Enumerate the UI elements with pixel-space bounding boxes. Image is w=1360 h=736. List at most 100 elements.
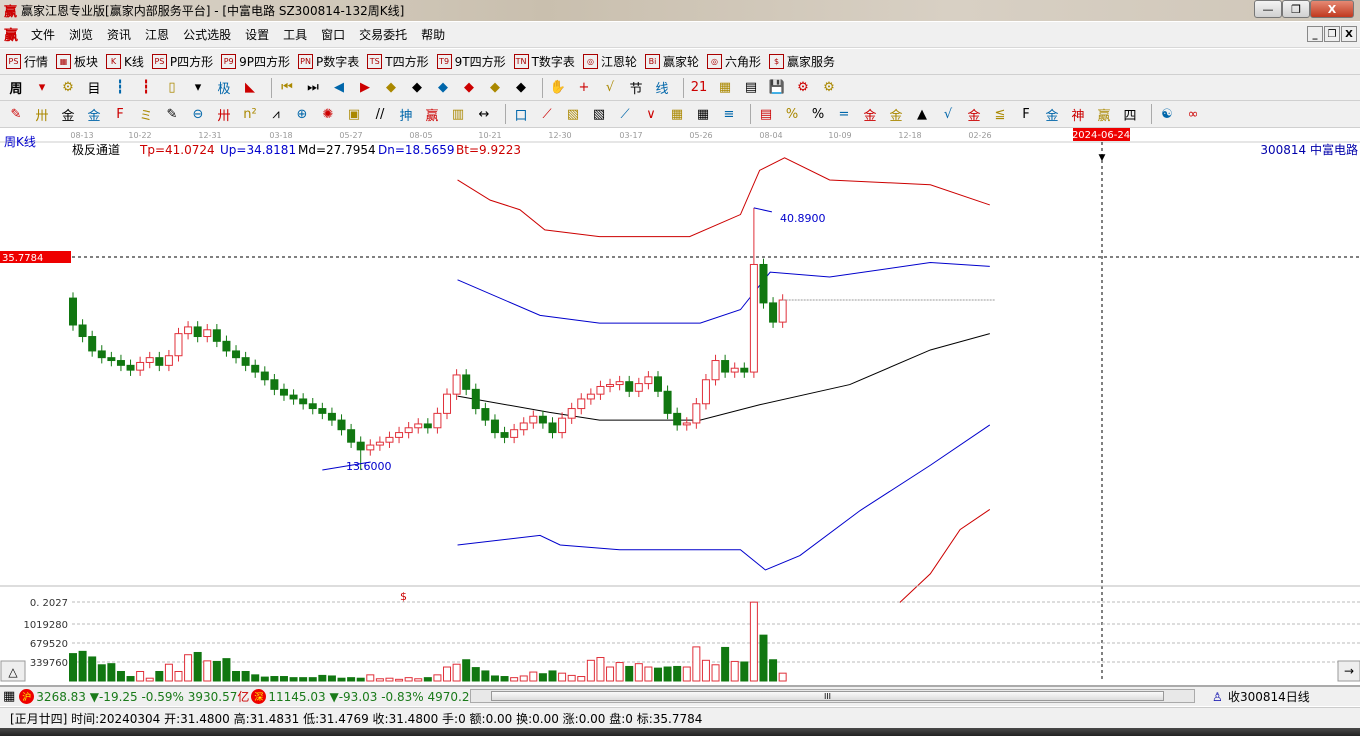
tool-icon[interactable]: % bbox=[782, 104, 802, 124]
tool-icon[interactable]: 四 bbox=[1120, 104, 1140, 124]
tool-icon[interactable]: ▦ bbox=[715, 78, 735, 98]
tool-icon[interactable]: ┇ bbox=[110, 78, 130, 98]
chart-area[interactable]: 08-13 10-22 12-31 03-18 05-27 08-05 10-21 12-30… bbox=[0, 128, 1360, 685]
menu-item-7[interactable]: 窗口 bbox=[314, 26, 352, 43]
toolbar-button-9[interactable]: ◎ 江恩轮 bbox=[582, 53, 637, 70]
tool-icon[interactable]: ☯ bbox=[1157, 104, 1177, 124]
menu-item-6[interactable]: 工具 bbox=[276, 26, 314, 43]
tool-icon[interactable]: ↔ bbox=[474, 104, 494, 124]
tool-icon[interactable]: ⩘ bbox=[266, 104, 286, 124]
toolbar-button-1[interactable]: ▦ 板块 bbox=[56, 53, 98, 70]
tool-icon[interactable]: ≡ bbox=[719, 104, 739, 124]
toolbar-button-7[interactable]: T9 9T四方形 bbox=[436, 53, 506, 70]
tool-icon[interactable]: ▥ bbox=[448, 104, 468, 124]
toolbar-button-11[interactable]: ◎ 六角形 bbox=[706, 53, 761, 70]
grid-icon[interactable]: ▦ bbox=[3, 689, 15, 704]
menu-item-1[interactable]: 浏览 bbox=[62, 26, 100, 43]
tool-icon[interactable]: 赢 bbox=[422, 104, 442, 124]
tool-icon[interactable]: ⏭ bbox=[303, 78, 323, 98]
toolbar-button-0[interactable]: PS 行情 bbox=[6, 53, 48, 70]
tool-icon[interactable]: 金 bbox=[964, 104, 984, 124]
tool-icon[interactable]: 神 bbox=[1068, 104, 1088, 124]
tool-icon[interactable]: ∞ bbox=[1183, 104, 1203, 124]
tool-icon[interactable]: ▯ bbox=[162, 78, 182, 98]
mdi-minimize-button[interactable]: _ bbox=[1307, 26, 1323, 42]
tool-icon[interactable]: 卅 bbox=[32, 104, 52, 124]
tool-icon[interactable]: ✎ bbox=[162, 104, 182, 124]
tool-icon[interactable]: ⊖ bbox=[188, 104, 208, 124]
tool-icon[interactable]: 线 bbox=[652, 78, 672, 98]
tool-icon[interactable]: ◆ bbox=[381, 78, 401, 98]
tool-icon[interactable]: 节 bbox=[626, 78, 646, 98]
toolbar-button-4[interactable]: P9 9P四方形 bbox=[221, 53, 290, 70]
tool-icon[interactable]: ▦ bbox=[693, 104, 713, 124]
tool-icon[interactable]: ▤ bbox=[741, 78, 761, 98]
close-button[interactable]: X bbox=[1310, 0, 1354, 18]
tool-icon[interactable]: √ bbox=[938, 104, 958, 124]
tool-icon[interactable]: ✺ bbox=[318, 104, 338, 124]
tool-icon[interactable]: 21 bbox=[689, 78, 709, 98]
tool-icon[interactable]: ▲ bbox=[912, 104, 932, 124]
tool-icon[interactable]: ⟋ bbox=[537, 104, 557, 124]
tool-icon[interactable]: 金 bbox=[58, 104, 78, 124]
menu-item-4[interactable]: 公式选股 bbox=[176, 26, 238, 43]
tool-icon[interactable]: F bbox=[110, 104, 130, 124]
tool-icon[interactable]: 口 bbox=[511, 104, 531, 124]
tool-icon[interactable]: + bbox=[574, 78, 594, 98]
scroll-thumb[interactable]: III bbox=[491, 691, 1164, 701]
period-select[interactable]: 周 bbox=[6, 78, 26, 98]
tool-icon[interactable]: ⊕ bbox=[292, 104, 312, 124]
tool-icon[interactable]: ┇ bbox=[136, 78, 156, 98]
tool-icon[interactable]: 金 bbox=[886, 104, 906, 124]
tool-icon[interactable]: ✎ bbox=[6, 104, 26, 124]
tool-icon[interactable]: 极 bbox=[214, 78, 234, 98]
tool-icon[interactable]: ▶ bbox=[355, 78, 375, 98]
tool-icon[interactable]: ⏮ bbox=[277, 78, 297, 98]
toolbar-button-12[interactable]: $ 赢家服务 bbox=[768, 53, 835, 70]
toolbar-button-8[interactable]: TN T数字表 bbox=[513, 53, 575, 70]
tool-icon[interactable]: ▣ bbox=[344, 104, 364, 124]
tool-icon[interactable]: ◆ bbox=[459, 78, 479, 98]
tool-icon[interactable]: ◆ bbox=[485, 78, 505, 98]
tool-icon[interactable]: ⚙ bbox=[58, 78, 78, 98]
tool-icon[interactable]: 金 bbox=[860, 104, 880, 124]
tool-icon[interactable]: ◣ bbox=[240, 78, 260, 98]
tool-icon[interactable]: 金 bbox=[1042, 104, 1062, 124]
tool-icon[interactable]: % bbox=[808, 104, 828, 124]
toolbar-button-2[interactable]: K K线 bbox=[106, 53, 144, 70]
toolbar-button-3[interactable]: PS P四方形 bbox=[151, 53, 213, 70]
tool-icon[interactable]: ⟋ bbox=[615, 104, 635, 124]
menu-item-5[interactable]: 设置 bbox=[238, 26, 276, 43]
toolbar-button-10[interactable]: Bi 赢家轮 bbox=[644, 53, 699, 70]
tool-icon[interactable]: ✋ bbox=[548, 78, 568, 98]
tool-icon[interactable]: ≦ bbox=[990, 104, 1010, 124]
minimize-button[interactable]: — bbox=[1254, 0, 1282, 18]
tool-icon[interactable]: ミ bbox=[136, 104, 156, 124]
menu-item-2[interactable]: 资讯 bbox=[100, 26, 138, 43]
tool-icon[interactable]: ▾ bbox=[188, 78, 208, 98]
tool-icon[interactable]: ∨ bbox=[641, 104, 661, 124]
mdi-restore-button[interactable]: ❐ bbox=[1324, 26, 1340, 42]
horizontal-scrollbar[interactable]: III bbox=[470, 689, 1195, 703]
tool-icon[interactable]: 赢 bbox=[1094, 104, 1114, 124]
maximize-button[interactable]: ❐ bbox=[1282, 0, 1310, 18]
tool-icon[interactable]: ⚙ bbox=[793, 78, 813, 98]
tool-icon[interactable]: // bbox=[370, 104, 390, 124]
tool-icon[interactable]: ▦ bbox=[667, 104, 687, 124]
tool-icon[interactable]: n² bbox=[240, 104, 260, 124]
toolbar-button-5[interactable]: PN P数字表 bbox=[298, 53, 359, 70]
mdi-close-button[interactable]: X bbox=[1341, 26, 1357, 42]
tool-icon[interactable]: ⚙ bbox=[819, 78, 839, 98]
tool-icon[interactable]: ▾ bbox=[32, 78, 52, 98]
tool-icon[interactable]: 卅 bbox=[214, 104, 234, 124]
menu-logo-icon[interactable]: 赢 bbox=[4, 25, 18, 45]
tool-icon[interactable]: 目 bbox=[84, 78, 104, 98]
tool-icon[interactable]: ▤ bbox=[756, 104, 776, 124]
tool-icon[interactable]: F bbox=[1016, 104, 1036, 124]
tool-icon[interactable]: ▧ bbox=[563, 104, 583, 124]
tool-icon[interactable]: √ bbox=[600, 78, 620, 98]
tool-icon[interactable]: ◆ bbox=[511, 78, 531, 98]
tool-icon[interactable]: = bbox=[834, 104, 854, 124]
tool-icon[interactable]: ◆ bbox=[407, 78, 427, 98]
toolbar-button-6[interactable]: TS T四方形 bbox=[367, 53, 429, 70]
